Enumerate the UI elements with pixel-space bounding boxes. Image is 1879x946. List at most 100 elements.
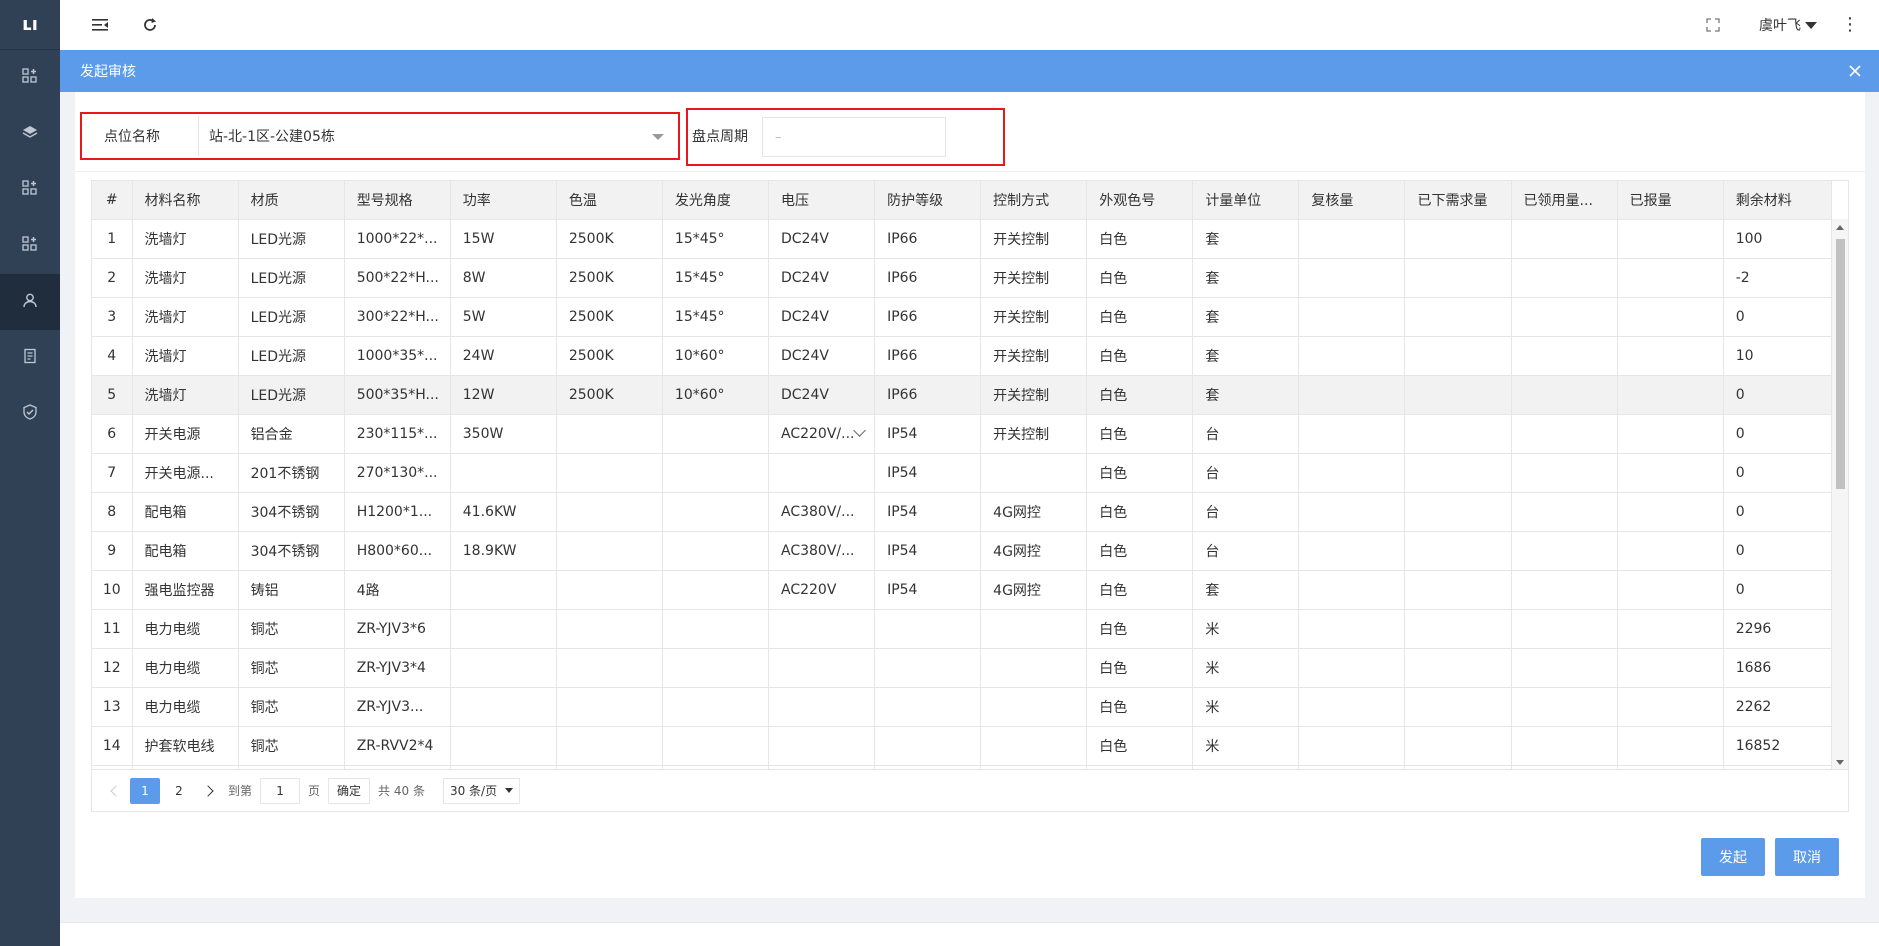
- submit-button[interactable]: 发起: [1701, 838, 1765, 876]
- table-cell: 500*22*H...: [344, 258, 451, 298]
- sidebar-item-2[interactable]: [0, 106, 60, 162]
- table-cell: [662, 492, 770, 532]
- table-cell: IP66: [874, 297, 982, 337]
- table-cell: [1511, 531, 1618, 571]
- column-header[interactable]: 已领用量...: [1511, 181, 1618, 220]
- table-cell: 洗墙灯: [132, 219, 239, 259]
- sidebar-item-3[interactable]: [0, 162, 60, 218]
- table-row[interactable]: 6 开关电源 铝合金 230*115*... 350W AC220V/... IP54 开关控…: [92, 414, 1833, 454]
- table-row[interactable]: 12 电力电缆 铜芯 ZR-YJV3*4 白色米 1686: [92, 648, 1833, 688]
- table-cell: [450, 570, 557, 610]
- table-cell: H1200*1...: [344, 492, 451, 532]
- table-cell: DC24V: [768, 258, 876, 298]
- scroll-down-icon[interactable]: [1836, 760, 1844, 765]
- column-header[interactable]: 防护等级: [874, 181, 982, 220]
- table-row[interactable]: 10 强电监控器 铸铝 4路 AC220V IP54 4G网控 白色套 0: [92, 570, 1833, 610]
- sidebar-item-5[interactable]: [0, 274, 60, 330]
- table-cell: 100: [1723, 219, 1833, 259]
- document-icon: [22, 348, 38, 368]
- table-cell: AC380V/...: [768, 492, 876, 532]
- table-cell: [768, 726, 876, 766]
- column-header[interactable]: 计量单位: [1192, 181, 1300, 220]
- table-cell: ZR-YJV3*4: [344, 648, 451, 688]
- table-cell: 201不锈钢: [238, 453, 345, 493]
- table-cell: 5W: [450, 297, 557, 337]
- table-cell: IP54: [874, 414, 982, 454]
- table-row[interactable]: 8 配电箱 304不锈钢 H1200*1... 41.6KW AC380V/... IP54…: [92, 492, 1833, 532]
- table-cell: 白色: [1086, 375, 1194, 415]
- table-row[interactable]: 9 配电箱 304不锈钢 H800*60... 18.9KW AC380V/... IP54…: [92, 531, 1833, 571]
- table-cell: DC24V: [768, 219, 876, 259]
- fullscreen-icon[interactable]: [1703, 15, 1723, 35]
- next-page-button[interactable]: [196, 778, 220, 804]
- goto-page-input[interactable]: 1: [260, 777, 301, 804]
- table-cell: [1404, 219, 1512, 259]
- column-header[interactable]: 已报量: [1617, 181, 1724, 220]
- page-size-select[interactable]: 30 条/页: [442, 777, 521, 804]
- sidebar-item-6[interactable]: [0, 330, 60, 386]
- table-row[interactable]: 11 电力电缆 铜芯 ZR-YJV3*6 白色米 2296: [92, 609, 1833, 649]
- collapse-menu-icon[interactable]: [90, 15, 110, 35]
- table-row[interactable]: 14 护套软电线 铜芯 ZR-RVV2*4 白色米 16852: [92, 726, 1833, 766]
- table-cell: [1298, 219, 1406, 259]
- table-cell: [1617, 258, 1724, 298]
- table-row[interactable]: 1 洗墙灯 LED光源 1000*22*... 15W 2500K 15*45° DC24V I…: [92, 219, 1833, 259]
- table-cell: 7: [92, 453, 133, 493]
- scroll-up-icon[interactable]: [1836, 225, 1844, 230]
- table-row[interactable]: 5 洗墙灯 LED光源 500*35*H... 12W 2500K 10*60° DC24V I…: [92, 375, 1833, 415]
- sidebar-item-1[interactable]: [0, 50, 60, 106]
- table-cell: [1617, 336, 1724, 376]
- table-cell: 4G网控: [980, 531, 1088, 571]
- table-row[interactable]: 4 洗墙灯 LED光源 1000*35*... 24W 2500K 10*60° DC24V I…: [92, 336, 1833, 376]
- column-header[interactable]: 电压: [768, 181, 876, 220]
- column-header[interactable]: 发光角度: [662, 181, 770, 220]
- user-menu[interactable]: 虞叶飞: [1759, 15, 1817, 35]
- site-select[interactable]: 站-北-1区-公建05栋: [198, 116, 678, 156]
- page-number-button[interactable]: 1: [130, 777, 160, 804]
- table-cell: 0: [1723, 453, 1833, 493]
- sidebar-item-7[interactable]: [0, 386, 60, 442]
- column-header[interactable]: 控制方式: [980, 181, 1088, 220]
- table-row[interactable]: 3 洗墙灯 LED光源 300*22*H... 5W 2500K 15*45° DC24V IP…: [92, 297, 1833, 337]
- table-row[interactable]: 7 开关电源... 201不锈钢 270*130*... IP54 白色台 0: [92, 453, 1833, 493]
- table-row[interactable]: 2 洗墙灯 LED光源 500*22*H... 8W 2500K 15*45° DC24V IP…: [92, 258, 1833, 298]
- scrollbar-thumb[interactable]: [1836, 239, 1845, 489]
- bottom-bar: [60, 922, 1879, 946]
- table-cell: 开关控制: [980, 336, 1088, 376]
- table-cell: 13: [92, 687, 133, 727]
- goto-confirm-button[interactable]: 确定: [328, 777, 371, 804]
- prev-page-button[interactable]: [104, 778, 128, 804]
- close-icon[interactable]: [1847, 63, 1863, 79]
- table-cell: 15W: [450, 219, 557, 259]
- table-row[interactable]: 13 电力电缆 铜芯 ZR-YJV3... 白色米 2262: [92, 687, 1833, 727]
- period-input[interactable]: –: [762, 117, 946, 157]
- table-cell: 0: [1723, 375, 1833, 415]
- table-cell: [874, 687, 982, 727]
- page-number-button[interactable]: 2: [164, 778, 194, 804]
- column-header[interactable]: 复核量: [1298, 181, 1406, 220]
- column-header[interactable]: 色温: [556, 181, 663, 220]
- table-cell: IP66: [874, 219, 982, 259]
- cancel-button[interactable]: 取消: [1775, 838, 1839, 876]
- more-vertical-icon[interactable]: ⋮: [1841, 16, 1859, 34]
- table-scrollbar[interactable]: [1831, 219, 1848, 769]
- column-header[interactable]: 功率: [450, 181, 557, 220]
- table-cell: [662, 531, 770, 571]
- chevron-left-icon: [110, 784, 122, 797]
- column-header[interactable]: 外观色号: [1086, 181, 1194, 220]
- goto-label: 到第: [228, 784, 253, 798]
- column-header[interactable]: 材料名称: [132, 181, 239, 220]
- column-header[interactable]: 剩余材料: [1723, 181, 1833, 220]
- column-header[interactable]: 材质: [238, 181, 345, 220]
- table-cell: 白色: [1086, 648, 1194, 688]
- column-header[interactable]: #: [92, 181, 133, 220]
- table-cell: IP66: [874, 375, 982, 415]
- chevron-down-icon[interactable]: [853, 424, 866, 437]
- refresh-icon[interactable]: [140, 15, 160, 35]
- column-header[interactable]: 型号规格: [344, 181, 451, 220]
- sidebar-item-4[interactable]: [0, 218, 60, 274]
- table-cell: 白色: [1086, 687, 1194, 727]
- table-cell: LED光源: [238, 336, 345, 376]
- table-cell: [556, 531, 663, 571]
- column-header[interactable]: 已下需求量: [1404, 181, 1512, 220]
